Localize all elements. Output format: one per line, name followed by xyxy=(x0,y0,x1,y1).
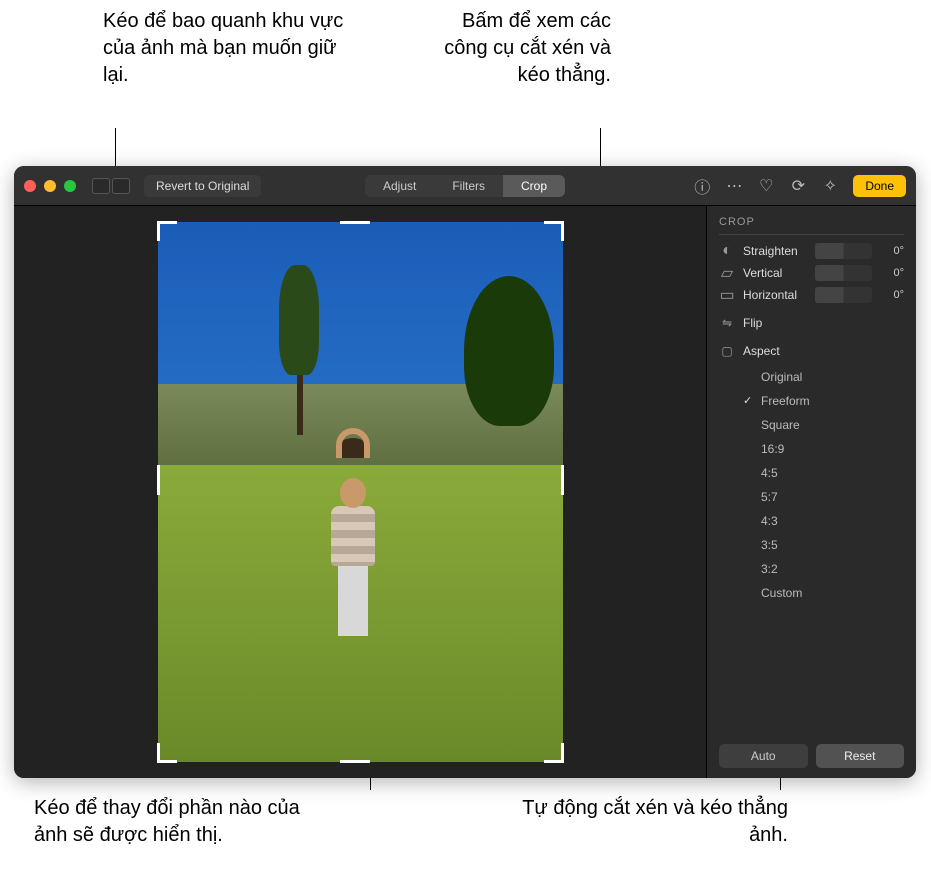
crop-handle-tl[interactable] xyxy=(157,221,177,241)
aspect-5-7[interactable]: 5:7 xyxy=(743,485,904,509)
callout-bottom-right: Tự động cắt xén và kéo thẳng ảnh. xyxy=(488,795,788,849)
crop-handle-left[interactable] xyxy=(157,465,160,495)
slider-label: Horizontal xyxy=(743,288,807,302)
aspect-3-5[interactable]: 3:5 xyxy=(743,533,904,557)
aspect-square[interactable]: Square xyxy=(743,413,904,437)
callout-top-left: Kéo để bao quanh khu vực của ảnh mà bạn … xyxy=(103,8,353,89)
traffic-lights xyxy=(24,180,76,192)
app-window: Revert to Original Adjust Filters Crop ⓘ… xyxy=(14,166,916,778)
aspect-list: Original Freeform Square 16:9 4:5 5:7 4:… xyxy=(743,365,904,605)
aspect-icon: ▢ xyxy=(719,343,735,359)
crop-handle-right[interactable] xyxy=(561,465,564,495)
auto-enhance-icon[interactable]: ✧ xyxy=(821,177,839,195)
panel-title: CROP xyxy=(719,216,904,235)
crop-handle-top[interactable] xyxy=(340,221,370,224)
aspect-4-5[interactable]: 4:5 xyxy=(743,461,904,485)
flip-icon: ⇋ xyxy=(719,315,735,331)
slider-label: Straighten xyxy=(743,244,807,258)
aspect-original[interactable]: Original xyxy=(743,365,904,389)
slider-label: Vertical xyxy=(743,266,807,280)
crop-handle-tr[interactable] xyxy=(544,221,564,241)
tool-label: Flip xyxy=(743,316,762,330)
horizontal-slider[interactable]: ▭ Horizontal 0° xyxy=(719,287,904,303)
callout-bottom-left: Kéo để thay đổi phần nào của ảnh sẽ được… xyxy=(34,795,334,849)
tool-label: Aspect xyxy=(743,344,780,358)
slider-value: 0° xyxy=(880,267,904,279)
sidebar-toggle-button[interactable] xyxy=(92,178,110,194)
flip-button[interactable]: ⇋ Flip xyxy=(719,309,904,337)
reset-button[interactable]: Reset xyxy=(816,744,905,768)
sidebar-toggle-button[interactable] xyxy=(112,178,130,194)
crop-rectangle[interactable] xyxy=(158,222,563,762)
aspect-custom[interactable]: Custom xyxy=(743,581,904,605)
vertical-perspective-icon: ▱ xyxy=(719,265,735,281)
crop-handle-bl[interactable] xyxy=(157,743,177,763)
straighten-icon: ◐ xyxy=(719,243,735,259)
more-icon[interactable]: ⋯ xyxy=(725,177,743,195)
aspect-freeform[interactable]: Freeform xyxy=(743,389,904,413)
tab-adjust[interactable]: Adjust xyxy=(365,175,434,197)
aspect-3-2[interactable]: 3:2 xyxy=(743,557,904,581)
slider-value: 0° xyxy=(880,289,904,301)
favorite-icon[interactable]: ♡ xyxy=(757,177,775,195)
crop-sidebar: CROP ◐ Straighten 0° ▱ Vertical 0° ▭ Hor… xyxy=(706,206,916,778)
vertical-slider[interactable]: ▱ Vertical 0° xyxy=(719,265,904,281)
callout-top-right: Bấm để xem các công cụ cắt xén và kéo th… xyxy=(431,8,611,89)
photo-preview[interactable] xyxy=(158,222,563,762)
info-icon[interactable]: ⓘ xyxy=(693,177,711,195)
slider-track[interactable] xyxy=(815,243,872,259)
rotate-icon[interactable]: ⟳ xyxy=(789,177,807,195)
crop-handle-bottom[interactable] xyxy=(340,760,370,763)
slider-track[interactable] xyxy=(815,265,872,281)
crop-handle-br[interactable] xyxy=(544,743,564,763)
slider-track[interactable] xyxy=(815,287,872,303)
horizontal-perspective-icon: ▭ xyxy=(719,287,735,303)
aspect-4-3[interactable]: 4:3 xyxy=(743,509,904,533)
edit-mode-segmented: Adjust Filters Crop xyxy=(365,175,565,197)
auto-button[interactable]: Auto xyxy=(719,744,808,768)
sidebar-footer: Auto Reset xyxy=(719,734,904,768)
straighten-slider[interactable]: ◐ Straighten 0° xyxy=(719,243,904,259)
close-window-button[interactable] xyxy=(24,180,36,192)
slider-value: 0° xyxy=(880,245,904,257)
view-toggle xyxy=(92,178,130,194)
minimize-window-button[interactable] xyxy=(44,180,56,192)
tab-filters[interactable]: Filters xyxy=(434,175,503,197)
content-area: CROP ◐ Straighten 0° ▱ Vertical 0° ▭ Hor… xyxy=(14,206,916,778)
zoom-window-button[interactable] xyxy=(64,180,76,192)
revert-button[interactable]: Revert to Original xyxy=(144,175,261,197)
tab-crop[interactable]: Crop xyxy=(503,175,565,197)
titlebar: Revert to Original Adjust Filters Crop ⓘ… xyxy=(14,166,916,206)
done-button[interactable]: Done xyxy=(853,175,906,197)
aspect-header[interactable]: ▢ Aspect xyxy=(719,337,904,365)
aspect-16-9[interactable]: 16:9 xyxy=(743,437,904,461)
canvas-area xyxy=(14,206,706,778)
